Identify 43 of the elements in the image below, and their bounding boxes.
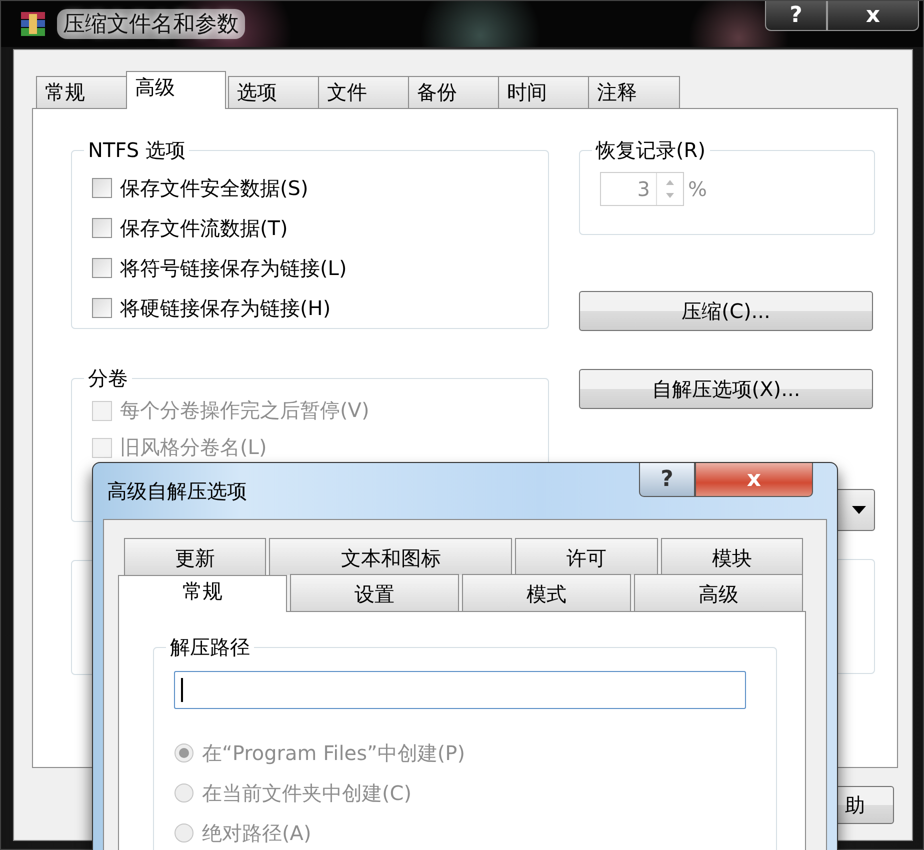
tab[interactable]: 时间 bbox=[498, 76, 590, 108]
tab[interactable]: 常规 bbox=[36, 76, 128, 108]
checkbox[interactable] bbox=[92, 178, 112, 198]
dialog-title: 高级自解压选项 bbox=[107, 478, 247, 504]
checkbox[interactable] bbox=[92, 258, 112, 278]
close-button[interactable]: x bbox=[695, 463, 813, 497]
close-button[interactable]: x bbox=[827, 1, 919, 31]
radio-label: 在当前文件夹中创建(C) bbox=[202, 780, 412, 806]
compress-button[interactable]: 压缩(C)... bbox=[579, 291, 873, 331]
group-title: 分卷 bbox=[87, 365, 129, 392]
checkbox-label: 保存文件流数据(T) bbox=[120, 214, 288, 242]
checkbox-label: 每个分卷操作完之后暂停(V) bbox=[120, 397, 370, 424]
tab[interactable]: 注释 bbox=[588, 76, 680, 108]
checkbox[interactable] bbox=[92, 218, 112, 238]
checkbox[interactable] bbox=[92, 298, 112, 318]
tab[interactable]: 模块 bbox=[660, 538, 803, 575]
group-title: NTFS 选项 bbox=[87, 137, 186, 164]
tab[interactable]: 更新 bbox=[124, 538, 266, 575]
tab[interactable]: 许可 bbox=[515, 538, 658, 575]
books-icon bbox=[19, 10, 47, 38]
tab[interactable]: 高级 bbox=[634, 574, 803, 611]
tab[interactable]: 备份 bbox=[408, 76, 500, 108]
tab[interactable]: 常规 bbox=[118, 575, 287, 612]
checkbox-label: 将符号链接保存为链接(L) bbox=[120, 254, 347, 282]
sfx-options-button[interactable]: 自解压选项(X)... bbox=[579, 369, 873, 409]
tab[interactable]: 文件 bbox=[318, 76, 410, 108]
caret-icon bbox=[852, 506, 866, 514]
help-button[interactable]: ? bbox=[639, 463, 695, 497]
checkbox-label: 旧风格分卷名(L) bbox=[120, 434, 267, 461]
group-title: 解压路径 bbox=[169, 634, 251, 661]
tab[interactable]: 模式 bbox=[462, 574, 631, 611]
path-input-field[interactable] bbox=[174, 671, 746, 709]
tab[interactable]: 选项 bbox=[228, 76, 320, 108]
help-button[interactable]: ? bbox=[765, 1, 827, 31]
radio-label: 绝对路径(A) bbox=[202, 820, 312, 846]
tab[interactable]: 设置 bbox=[290, 574, 459, 611]
tab[interactable]: 高级 bbox=[126, 71, 226, 109]
unit-label: % bbox=[688, 177, 708, 201]
tab[interactable]: 文本和图标 bbox=[269, 538, 512, 575]
checkbox-label: 将硬链接保存为链接(H) bbox=[120, 294, 331, 322]
group-title: 恢复记录(R) bbox=[594, 137, 707, 164]
radio-label: 在“Program Files”中创建(P) bbox=[202, 740, 466, 766]
checkbox-label: 保存文件安全数据(S) bbox=[120, 174, 308, 202]
